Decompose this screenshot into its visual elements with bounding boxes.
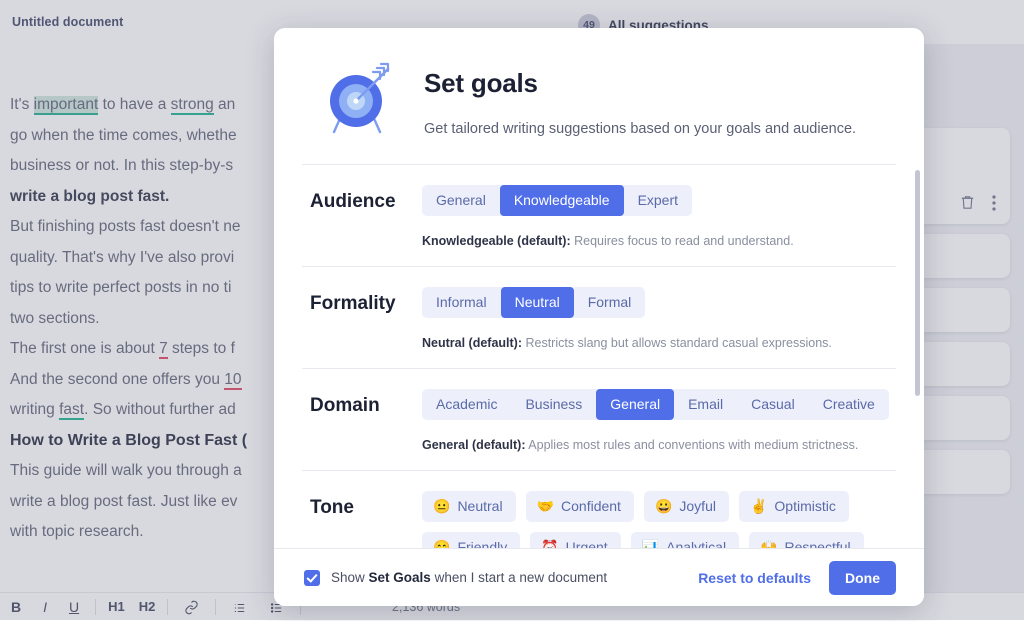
formality-option-informal[interactable]: Informal (422, 287, 501, 318)
tone-chip-friendly[interactable]: 😄 Friendly (422, 532, 520, 548)
domain-desc-bold: General (default): (422, 438, 526, 452)
domain-segmented-control[interactable]: Academic Business General Email Casual C… (422, 389, 889, 420)
tone-chip-label: Confident (561, 498, 621, 514)
domain-option-academic[interactable]: Academic (422, 389, 511, 420)
set-goals-dialog: Set goals Get tailored writing suggestio… (274, 28, 924, 606)
dialog-scrollbar[interactable] (915, 170, 920, 396)
done-button[interactable]: Done (829, 561, 896, 595)
checkbox-label-post: when I start a new document (431, 570, 607, 585)
reset-to-defaults-link[interactable]: Reset to defaults (698, 570, 811, 586)
audience-label: Audience (310, 185, 422, 213)
domain-option-email[interactable]: Email (674, 389, 737, 420)
show-set-goals-label: Show Set Goals when I start a new docume… (331, 570, 607, 585)
tone-chip-label: Respectful (785, 539, 851, 548)
grinning-face-emoji: 😀 (655, 499, 672, 513)
tone-label: Tone (310, 491, 422, 519)
neutral-face-emoji: 😐 (433, 499, 450, 513)
domain-desc-rest: Applies most rules and conventions with … (526, 438, 859, 452)
domain-section: Domain Academic Business General Email C… (302, 369, 896, 470)
formality-segmented-control[interactable]: Informal Neutral Formal (422, 287, 645, 318)
tone-chip-optimistic[interactable]: ✌️ Optimistic (739, 491, 849, 522)
audience-desc-bold: Knowledgeable (default): (422, 234, 571, 248)
target-with-arrow-icon (322, 56, 400, 138)
domain-option-casual[interactable]: Casual (737, 389, 809, 420)
smiling-face-emoji: 😄 (433, 540, 450, 548)
audience-segmented-control[interactable]: General Knowledgeable Expert (422, 185, 692, 216)
tone-chip-confident[interactable]: 🤝 Confident (526, 491, 634, 522)
formality-option-neutral[interactable]: Neutral (501, 287, 574, 318)
formality-desc-bold: Neutral (default): (422, 336, 522, 350)
tone-chip-neutral[interactable]: 😐 Neutral (422, 491, 516, 522)
formality-label: Formality (310, 287, 422, 315)
tone-chip-joyful[interactable]: 😀 Joyful (644, 491, 729, 522)
tone-section: Tone 😐 Neutral 🤝 Confident 😀 Joyful (302, 471, 896, 548)
audience-section: Audience General Knowledgeable Expert Kn… (302, 165, 896, 266)
domain-label: Domain (310, 389, 422, 417)
bar-chart-emoji: 📊 (642, 540, 659, 548)
domain-description: General (default): Applies most rules an… (422, 438, 896, 452)
audience-description: Knowledgeable (default): Requires focus … (422, 234, 896, 248)
tone-chip-label: Friendly (457, 539, 507, 548)
audience-desc-rest: Requires focus to read and understand. (571, 234, 794, 248)
dialog-footer: Show Set Goals when I start a new docume… (274, 548, 924, 606)
tone-chip-respectful[interactable]: 🙌 Respectful (749, 532, 864, 548)
tone-chip-label: Optimistic (774, 498, 835, 514)
handshake-emoji: 🤝 (537, 499, 554, 513)
tone-chip-label: Joyful (679, 498, 716, 514)
formality-desc-rest: Restricts slang but allows standard casu… (522, 336, 832, 350)
audience-option-knowledgeable[interactable]: Knowledgeable (500, 185, 624, 216)
checkbox-label-bold: Set Goals (369, 570, 431, 585)
show-set-goals-checkbox-row[interactable]: Show Set Goals when I start a new docume… (304, 570, 607, 586)
domain-option-general[interactable]: General (596, 389, 674, 420)
tone-chip-urgent[interactable]: ⏰ Urgent (530, 532, 620, 548)
show-set-goals-checkbox[interactable] (304, 570, 320, 586)
audience-option-general[interactable]: General (422, 185, 500, 216)
dialog-subtitle: Get tailored writing suggestions based o… (424, 121, 856, 137)
alarm-clock-emoji: ⏰ (541, 540, 558, 548)
tone-chip-label: Analytical (666, 539, 726, 548)
dialog-scroll-area[interactable]: Set goals Get tailored writing suggestio… (274, 28, 924, 548)
formality-option-formal[interactable]: Formal (574, 287, 646, 318)
domain-option-creative[interactable]: Creative (809, 389, 889, 420)
domain-option-business[interactable]: Business (511, 389, 596, 420)
dialog-header: Set goals Get tailored writing suggestio… (302, 28, 896, 164)
tone-chip-label: Urgent (566, 539, 608, 548)
tone-chip-label: Neutral (457, 498, 502, 514)
tone-chip-analytical[interactable]: 📊 Analytical (631, 532, 739, 548)
raising-hands-emoji: 🙌 (760, 540, 777, 548)
audience-option-expert[interactable]: Expert (624, 185, 692, 216)
formality-description: Neutral (default): Restricts slang but a… (422, 336, 896, 350)
formality-section: Formality Informal Neutral Formal Neutra… (302, 267, 896, 368)
checkbox-label-pre: Show (331, 570, 369, 585)
victory-hand-emoji: ✌️ (750, 499, 767, 513)
dialog-title: Set goals (424, 68, 856, 99)
tone-chip-group[interactable]: 😐 Neutral 🤝 Confident 😀 Joyful ✌️ Optimi… (422, 491, 896, 548)
